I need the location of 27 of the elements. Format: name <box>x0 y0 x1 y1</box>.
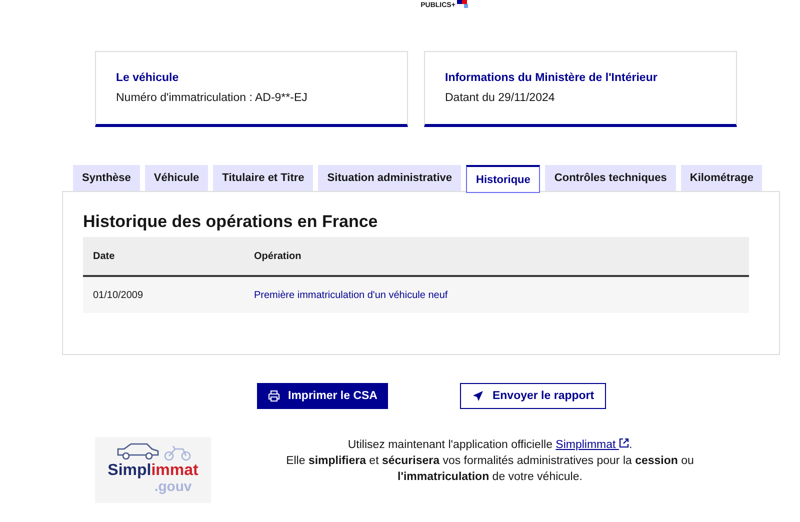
logo-text: .gouv <box>154 479 192 493</box>
tab[interactable]: Situation administrative <box>318 165 461 191</box>
tab[interactable]: Titulaire et Titre <box>213 165 314 191</box>
external-link-icon <box>618 438 629 448</box>
table-cell: 01/10/2009 <box>83 276 244 313</box>
logo-mark-icon <box>457 0 470 8</box>
send-button[interactable]: Envoyer le rapport <box>460 383 606 409</box>
print-button[interactable]: Imprimer le CSA <box>257 383 388 409</box>
card-text: Numéro d'immatriculation : AD-9**-EJ <box>116 92 308 104</box>
tab[interactable]: Véhicule <box>144 165 208 191</box>
card-title: Le véhicule <box>116 72 180 84</box>
tab[interactable]: Historique <box>466 165 540 193</box>
logo-text: Simpl <box>108 462 152 479</box>
tab[interactable]: Synthèse <box>73 165 140 191</box>
table-cell: Première immatriculation d'un véhicule neuf <box>244 276 749 313</box>
column-header: Opération <box>244 237 749 276</box>
section-title: Historique des opérations en France <box>83 212 379 232</box>
tab[interactable]: Kilométrage <box>680 165 762 191</box>
app-link[interactable]: Simplimmat <box>556 439 629 451</box>
column-header: Date <box>83 237 244 276</box>
send-icon <box>472 390 484 402</box>
promo-text: Utilisez maintenant l'application officielle Simplimmat . Elle simplifiera et sécurisera vos formalités administratives pour la cession ou l'immatriculation de votre véhicule. <box>285 437 695 485</box>
card-text: Datant du 29/11/2024 <box>445 92 556 104</box>
logo-text: immat <box>151 462 198 479</box>
tab[interactable]: Contrôles techniques <box>545 165 676 191</box>
card-title: Informations du Ministère de l'Intérieur <box>445 72 658 84</box>
printer-icon <box>268 390 280 402</box>
